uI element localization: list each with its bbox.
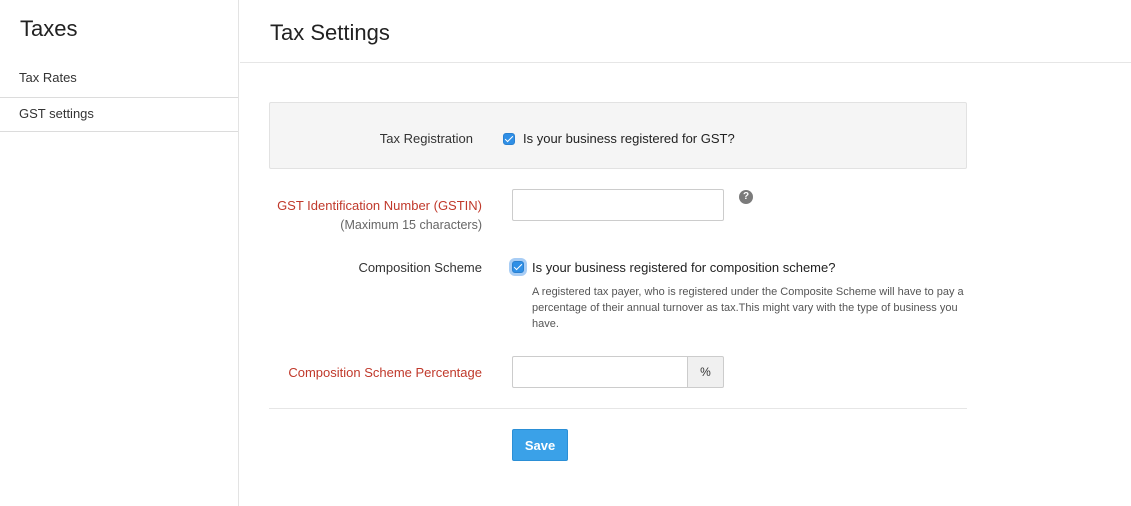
gst-registered-checkbox-label[interactable]: Is your business registered for GST? bbox=[523, 131, 735, 146]
gstin-label: GST Identification Number (GSTIN) bbox=[277, 198, 482, 213]
sidebar-nav: Tax Rates GST settings bbox=[0, 60, 238, 132]
form-divider bbox=[269, 408, 967, 409]
gstin-input[interactable] bbox=[512, 189, 724, 221]
sidebar: Taxes Tax Rates GST settings bbox=[0, 0, 239, 506]
percent-addon: % bbox=[687, 356, 724, 388]
tax-registration-panel: Tax Registration Is your business regist… bbox=[269, 102, 967, 169]
gstin-sub-label: (Maximum 15 characters) bbox=[340, 218, 482, 232]
composition-percentage-label: Composition Scheme Percentage bbox=[288, 365, 482, 380]
tax-registration-label: Tax Registration bbox=[379, 131, 473, 146]
page-title: Tax Settings bbox=[270, 20, 390, 45]
sidebar-item-gst-settings[interactable]: GST settings bbox=[0, 98, 238, 132]
composition-scheme-label: Composition Scheme bbox=[358, 260, 482, 275]
gst-registered-checkbox[interactable] bbox=[503, 133, 515, 145]
sidebar-item-tax-rates[interactable]: Tax Rates bbox=[0, 60, 238, 98]
main-content: Tax Settings Tax Registration Is your bu… bbox=[240, 0, 1131, 506]
composition-scheme-description: A registered tax payer, who is registere… bbox=[532, 286, 964, 330]
save-button[interactable]: Save bbox=[512, 429, 568, 461]
composition-scheme-checkbox[interactable] bbox=[512, 261, 524, 273]
composition-scheme-checkbox-label[interactable]: Is your business registered for composit… bbox=[532, 260, 835, 275]
sidebar-title: Taxes bbox=[20, 16, 78, 41]
question-circle-icon[interactable]: ? bbox=[739, 190, 753, 204]
composition-percentage-input[interactable] bbox=[512, 356, 688, 388]
page-header: Tax Settings bbox=[240, 0, 1131, 63]
